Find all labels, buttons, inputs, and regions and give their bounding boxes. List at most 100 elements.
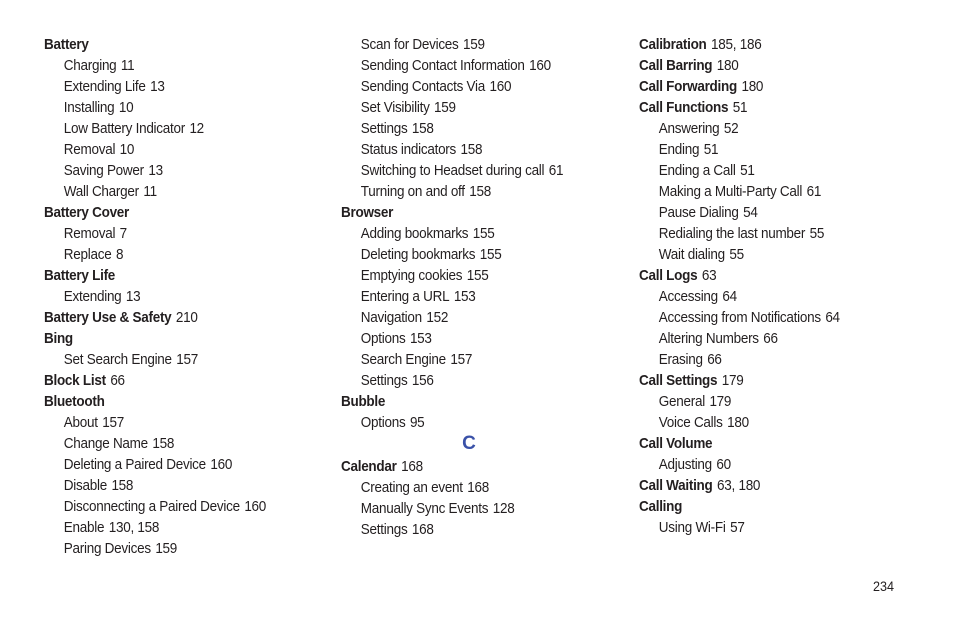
index-subentry: Accessing 64 xyxy=(639,286,900,307)
page-reference: 7 xyxy=(119,225,128,242)
index-term: Extending xyxy=(63,288,122,305)
page-reference: 153 xyxy=(453,288,476,305)
index-subentry: Erasing 66 xyxy=(639,349,900,370)
page-reference: 179 xyxy=(709,393,732,410)
index-subentry: Disable 158 xyxy=(44,475,296,496)
page-reference: 51 xyxy=(703,141,719,158)
page-reference: 159 xyxy=(463,36,485,53)
index-subentry: Pause Dialing 54 xyxy=(639,202,900,223)
index-subentry: Voice Calls 180 xyxy=(639,412,900,433)
index-entry: Bing xyxy=(44,328,296,349)
index-subentry: Enable 130, 158 xyxy=(44,517,296,538)
index-entry: Block List 66 xyxy=(44,370,296,391)
index-term: Deleting a Paired Device xyxy=(63,456,206,473)
index-term: Calendar xyxy=(341,458,397,475)
index-subentry: Search Engine 157 xyxy=(341,349,593,370)
index-term: Accessing from Notifications xyxy=(658,309,821,326)
index-term: Block List xyxy=(44,372,106,389)
page-reference: 185, 186 xyxy=(711,36,762,53)
index-column-1: Battery Charging 11 Extending Life 13 Install… xyxy=(44,34,324,559)
page-reference: 64 xyxy=(825,309,840,326)
index-term: Battery Cover xyxy=(44,204,130,221)
index-term: Disconnecting a Paired Device xyxy=(63,498,240,515)
index-subentry: Extending Life 13 xyxy=(44,76,296,97)
index-subentry: Settings 156 xyxy=(341,370,593,391)
index-term: Call Settings xyxy=(639,372,718,389)
index-subentry: Removal 10 xyxy=(44,139,296,160)
index-term: Switching to Headset during call xyxy=(360,162,545,179)
index-subentry: Deleting a Paired Device 160 xyxy=(44,454,296,475)
index-subentry: Low Battery Indicator 12 xyxy=(44,118,296,139)
index-term: Calling xyxy=(639,498,683,515)
page-reference: 63, 180 xyxy=(717,477,761,494)
page-reference: 66 xyxy=(110,372,125,389)
index-term: Bing xyxy=(44,330,73,347)
page-reference: 155 xyxy=(479,246,502,263)
index-entry: Bluetooth xyxy=(44,391,296,412)
page-reference: 12 xyxy=(189,120,204,137)
index-subentry: Adjusting 60 xyxy=(639,454,900,475)
index-term: Status indicators xyxy=(360,141,457,158)
index-subentry: Wall Charger 11 xyxy=(44,181,296,202)
index-term: Disable xyxy=(63,477,107,494)
index-subentry: Settings 168 xyxy=(341,519,593,540)
page-number: 234 xyxy=(873,578,895,594)
index-subentry: Creating an event 168 xyxy=(341,477,593,498)
index-term: Scan for Devices xyxy=(360,36,459,53)
index-subentry: Charging 11 xyxy=(44,55,296,76)
index-term: Erasing xyxy=(658,351,703,368)
index-entry: Call Logs 63 xyxy=(639,265,900,286)
index-term: Deleting bookmarks xyxy=(360,246,476,263)
page-reference: 157 xyxy=(176,351,199,368)
page-reference: 153 xyxy=(409,330,432,347)
index-term: Manually Sync Events xyxy=(360,500,489,517)
index-entry: Bubble xyxy=(341,391,593,412)
index-term: Voice Calls xyxy=(658,414,723,431)
index-term: Ending a Call xyxy=(658,162,736,179)
index-term: Making a Multi-Party Call xyxy=(658,183,803,200)
index-subentry: Sending Contact Information 160 xyxy=(341,55,593,76)
index-term: Call Logs xyxy=(639,267,698,284)
page-reference: 160 xyxy=(210,456,233,473)
index-subentry: Saving Power 13 xyxy=(44,160,296,181)
page-reference: 52 xyxy=(723,120,739,137)
page-reference: 180 xyxy=(741,78,764,95)
index-term: Settings xyxy=(360,372,408,389)
index-term: Set Visibility xyxy=(360,99,430,116)
index-subentry: Replace 8 xyxy=(44,244,296,265)
page-reference: 156 xyxy=(411,372,434,389)
index-term: Sending Contact Information xyxy=(360,57,525,74)
page-reference: 55 xyxy=(809,225,825,242)
index-subentry: Options 95 xyxy=(341,412,593,433)
index-subentry: Adding bookmarks 155 xyxy=(341,223,593,244)
page-reference: 157 xyxy=(450,351,473,368)
index-entry: Calibration 185, 186 xyxy=(639,34,900,55)
page-reference: 57 xyxy=(730,519,745,536)
index-entry: Battery xyxy=(44,34,296,55)
index-subentry: Extending 13 xyxy=(44,286,296,307)
page-reference: 55 xyxy=(729,246,744,263)
page-reference: 155 xyxy=(472,225,495,242)
page-reference: 179 xyxy=(721,372,744,389)
index-entry: Calendar 168 xyxy=(341,456,593,477)
index-term: Call Volume xyxy=(639,435,713,452)
page-reference: 152 xyxy=(426,309,449,326)
index-term: Call Functions xyxy=(639,99,729,116)
index-term: Ending xyxy=(658,141,700,158)
page-reference: 64 xyxy=(722,288,737,305)
index-term: Settings xyxy=(360,120,408,137)
index-subentry: Scan for Devices 159 xyxy=(341,34,593,55)
page-reference: 180 xyxy=(727,414,749,431)
page-reference: 168 xyxy=(467,479,490,496)
index-term: Removal xyxy=(63,225,116,242)
index-term: Navigation xyxy=(360,309,422,326)
index-column-2: Scan for Devices 159 Sending Contact Infor… xyxy=(341,34,621,540)
index-term: Enable xyxy=(63,519,105,536)
index-subentry: Status indicators 158 xyxy=(341,139,593,160)
page-reference: 160 xyxy=(529,57,551,74)
index-term: Pause Dialing xyxy=(658,204,739,221)
index-subentry: Ending 51 xyxy=(639,139,900,160)
index-entry: Calling xyxy=(639,496,900,517)
index-term: Bluetooth xyxy=(44,393,105,410)
index-term: Settings xyxy=(360,521,408,538)
